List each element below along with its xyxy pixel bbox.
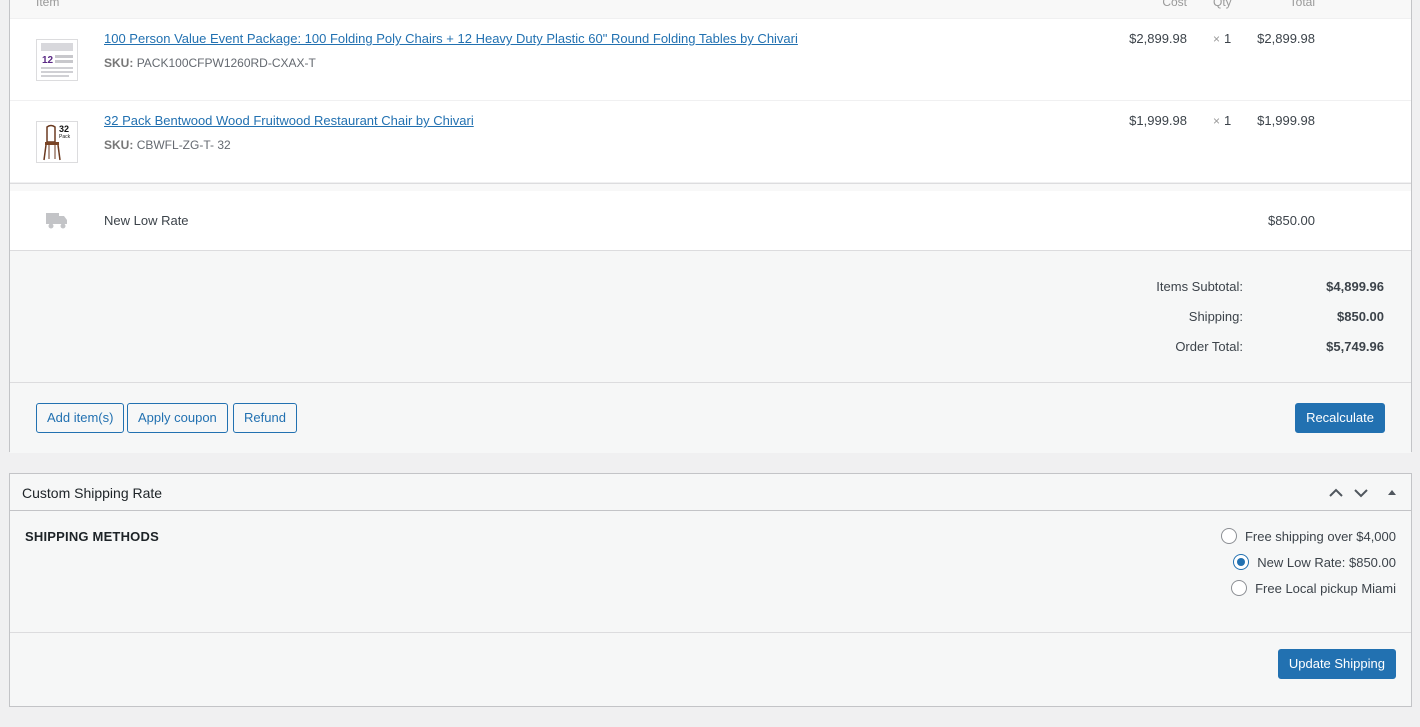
item-qty: × 1 — [1213, 31, 1231, 46]
panel-title: Custom Shipping Rate — [22, 485, 163, 501]
shipping-total-label: Shipping: — [1188, 309, 1243, 324]
panel-header: Custom Shipping Rate — [10, 474, 1411, 511]
product-image: 12 — [37, 40, 77, 80]
shipping-option-label: Free shipping over $4,000 — [1244, 529, 1396, 544]
column-qty: Qty — [1213, 0, 1232, 9]
item-cost: $1,999.98 — [1129, 113, 1187, 128]
order-totals: Items Subtotal: $4,899.96 Shipping: $850… — [10, 251, 1411, 383]
item-qty: × 1 — [1213, 113, 1231, 128]
order-total-label: Order Total: — [1175, 339, 1243, 354]
qty-value: 1 — [1224, 113, 1232, 128]
chevron-up-icon[interactable] — [1327, 484, 1345, 502]
item-total: $2,899.98 — [1257, 31, 1315, 46]
shipping-line-total: $850.00 — [1268, 213, 1315, 228]
column-total: Total — [1289, 0, 1315, 9]
qty-times-symbol: × — [1213, 114, 1221, 128]
radio-button[interactable] — [1220, 528, 1237, 544]
product-image: 32 Pack — [37, 122, 77, 162]
product-link[interactable]: 32 Pack Bentwood Wood Fruitwood Restaura… — [104, 113, 474, 128]
shipping-line-row: New Low Rate $850.00 — [10, 191, 1411, 251]
item-total: $1,999.98 — [1257, 113, 1315, 128]
chevron-down-icon[interactable] — [1352, 484, 1370, 502]
order-items-panel: Item Cost Qty Total 12 100 Person Value … — [9, 0, 1412, 453]
refund-button[interactable]: Refund — [233, 403, 297, 433]
svg-text:12: 12 — [42, 55, 54, 66]
svg-text:Pack: Pack — [59, 134, 71, 140]
shipping-option-label: New Low Rate: $850.00 — [1257, 555, 1396, 570]
column-item: Item — [36, 0, 60, 9]
shipping-option-free-over-4000[interactable]: Free shipping over $4,000 — [1220, 528, 1396, 548]
product-thumbnail-event-package[interactable]: 12 — [36, 39, 78, 81]
shipping-methods-heading: SHIPPING METHODS — [25, 529, 159, 544]
radio-button[interactable] — [1231, 580, 1248, 596]
item-cost: $2,899.98 — [1129, 31, 1187, 46]
qty-value: 1 — [1224, 31, 1232, 46]
svg-text:32: 32 — [59, 124, 69, 134]
shipping-option-local-pickup[interactable]: Free Local pickup Miami — [1231, 580, 1396, 600]
section-divider — [10, 183, 1411, 191]
table-row: 32 Pack 32 Pack Bentwood Wood Fruitwood … — [10, 101, 1411, 183]
panel-body: SHIPPING METHODS Free shipping over $4,0… — [10, 511, 1411, 633]
sku-value: CBWFL-ZG-T- 32 — [136, 138, 231, 152]
sku-value: PACK100CFPW1260RD-CXAX-T — [136, 56, 316, 70]
product-link[interactable]: 100 Person Value Event Package: 100 Fold… — [104, 31, 798, 46]
recalculate-button[interactable]: Recalculate — [1295, 403, 1385, 433]
product-thumbnail-bentwood-chair[interactable]: 32 Pack — [36, 121, 78, 163]
qty-times-symbol: × — [1213, 32, 1221, 46]
order-actions: Add item(s) Apply coupon Refund Recalcul… — [10, 383, 1411, 453]
items-subtotal-value: $4,899.96 — [1326, 279, 1384, 294]
truck-icon — [46, 213, 67, 229]
sku-label: SKU: — [104, 56, 134, 70]
table-row: 12 100 Person Value Event Package: 100 F… — [10, 19, 1411, 101]
sku-label: SKU: — [104, 138, 134, 152]
items-subtotal-label: Items Subtotal: — [1156, 279, 1243, 294]
shipping-total-value: $850.00 — [1337, 309, 1384, 324]
order-total-value: $5,749.96 — [1326, 339, 1384, 354]
column-cost: Cost — [1162, 0, 1187, 9]
radio-button-selected[interactable] — [1233, 554, 1250, 570]
product-sku: SKU: PACK100CFPW1260RD-CXAX-T — [104, 56, 316, 70]
product-sku: SKU: CBWFL-ZG-T- 32 — [104, 138, 231, 152]
custom-shipping-rate-panel: Custom Shipping Rate SHIPPING METHODS Fr… — [9, 473, 1412, 707]
apply-coupon-button[interactable]: Apply coupon — [127, 403, 228, 433]
shipping-option-label: Free Local pickup Miami — [1255, 581, 1396, 596]
add-items-button[interactable]: Add item(s) — [36, 403, 125, 433]
update-shipping-button[interactable]: Update Shipping — [1277, 649, 1396, 679]
shipping-option-new-low-rate[interactable]: New Low Rate: $850.00 — [1233, 554, 1396, 574]
collapse-toggle-icon[interactable] — [1383, 484, 1401, 502]
shipping-method-name: New Low Rate — [104, 213, 189, 228]
items-table-header: Item Cost Qty Total — [10, 0, 1411, 19]
